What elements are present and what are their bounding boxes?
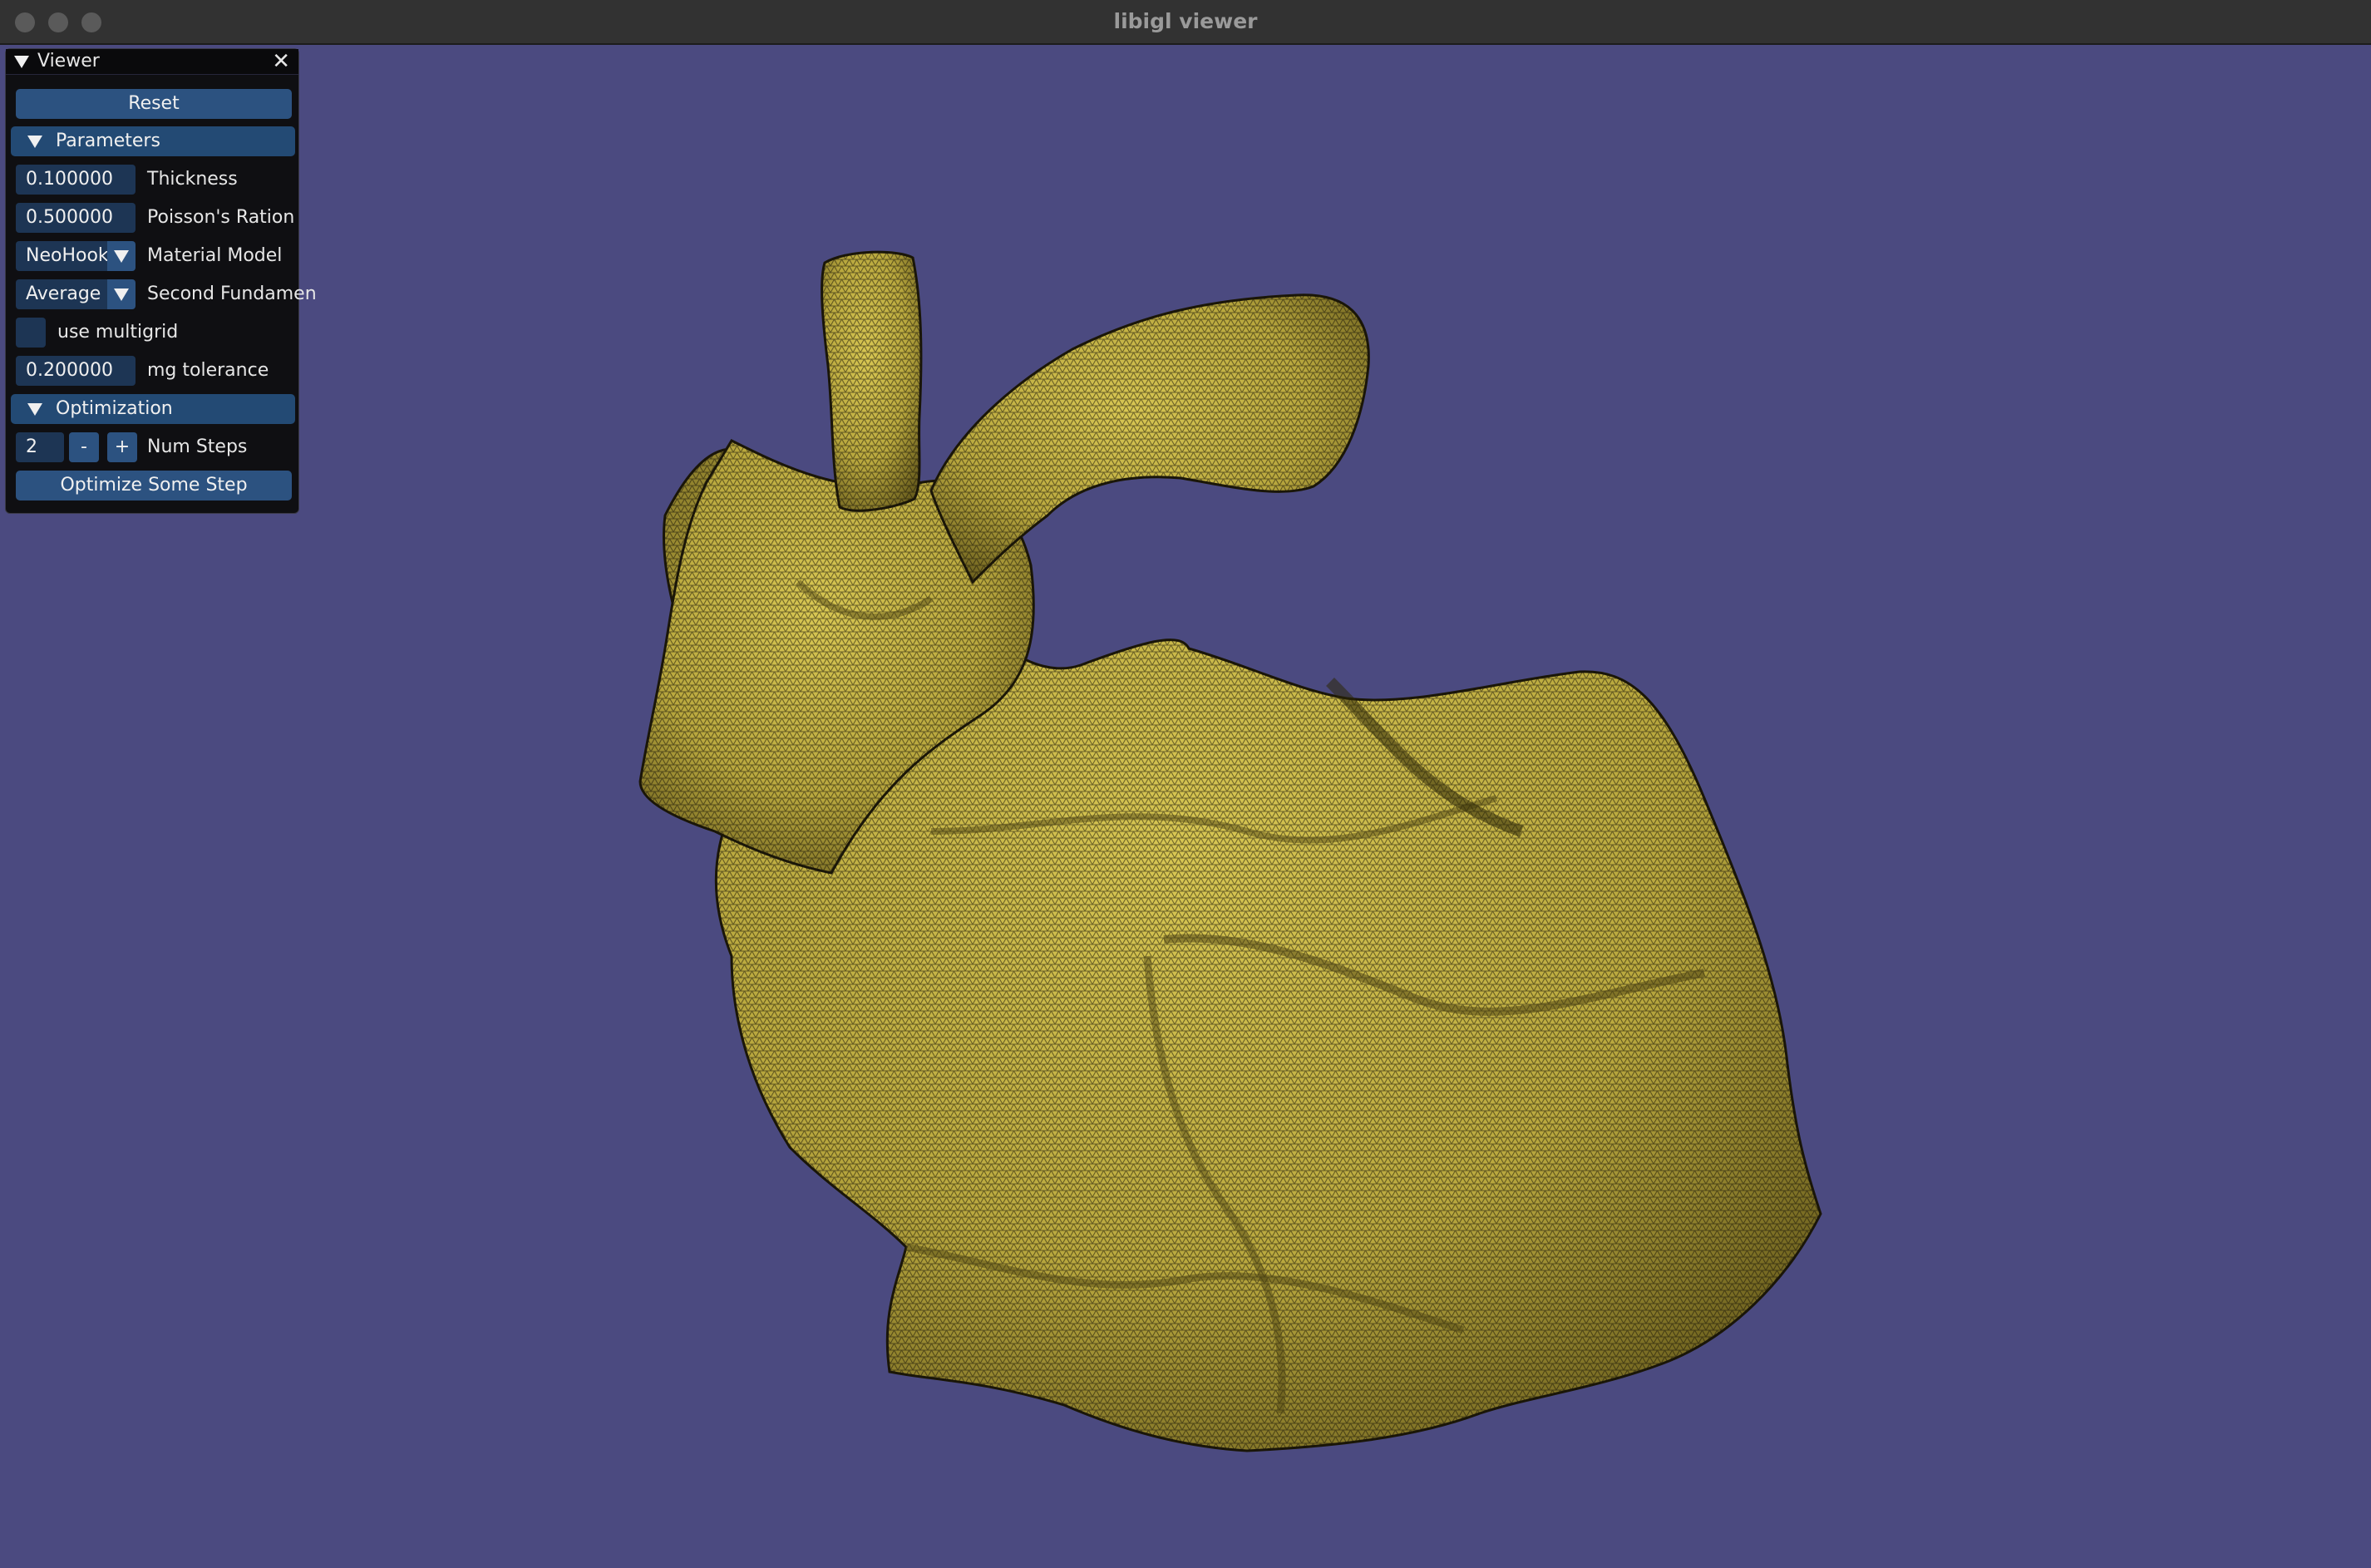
mg-tolerance-label: mg tolerance bbox=[147, 360, 269, 381]
second-fundamental-row: Average Second Fundamen bbox=[16, 279, 317, 309]
optimization-header-label: Optimization bbox=[56, 398, 173, 419]
expand-triangle-icon bbox=[27, 403, 42, 416]
poisson-label: Poisson's Ration bbox=[147, 207, 295, 228]
optimization-header[interactable]: Optimization bbox=[11, 394, 295, 424]
multigrid-row: use multigrid bbox=[16, 318, 300, 348]
use-multigrid-label: use multigrid bbox=[57, 322, 179, 343]
optimize-some-step-button[interactable]: Optimize Some Step bbox=[16, 471, 292, 500]
material-model-row: NeoHooke Material Model bbox=[16, 241, 300, 271]
panel-title: Viewer bbox=[37, 51, 100, 71]
thickness-input[interactable]: 0.100000 bbox=[16, 165, 136, 195]
poisson-input[interactable]: 0.500000 bbox=[16, 203, 136, 233]
thickness-label: Thickness bbox=[147, 169, 238, 190]
num-steps-row: 2 - + Num Steps bbox=[16, 432, 300, 462]
bunny-mesh bbox=[638, 250, 1822, 1452]
poisson-row: 0.500000 Poisson's Ration bbox=[16, 203, 300, 233]
num-steps-decrement-button[interactable]: - bbox=[69, 432, 99, 462]
3d-viewport[interactable] bbox=[0, 45, 2371, 1568]
expand-triangle-icon bbox=[27, 136, 42, 148]
mg-tolerance-row: 0.200000 mg tolerance bbox=[16, 356, 300, 386]
panel-title-bar[interactable]: Viewer ✕ bbox=[6, 49, 298, 75]
second-fundamental-select[interactable]: Average bbox=[16, 279, 111, 309]
num-steps-input[interactable]: 2 bbox=[16, 432, 64, 462]
window-title-bar: libigl viewer bbox=[0, 0, 2371, 45]
chevron-down-icon bbox=[114, 288, 129, 301]
second-fundamental-label: Second Fundamen bbox=[147, 284, 317, 304]
parameters-header[interactable]: Parameters bbox=[11, 126, 295, 156]
window-title: libigl viewer bbox=[1113, 9, 1258, 33]
chevron-down-icon bbox=[114, 250, 129, 263]
reset-button[interactable]: Reset bbox=[16, 89, 292, 119]
use-multigrid-checkbox[interactable] bbox=[16, 318, 46, 348]
collapse-triangle-icon[interactable] bbox=[14, 56, 29, 68]
num-steps-increment-button[interactable]: + bbox=[107, 432, 137, 462]
mg-tolerance-input[interactable]: 0.200000 bbox=[16, 356, 136, 386]
material-model-label: Material Model bbox=[147, 245, 283, 266]
viewer-panel: Viewer ✕ Reset Parameters 0.100000 Thick… bbox=[5, 48, 317, 514]
close-icon[interactable]: ✕ bbox=[272, 50, 290, 73]
mesh-render[interactable] bbox=[0, 45, 2371, 1568]
material-model-select[interactable]: NeoHooke bbox=[16, 241, 111, 271]
material-model-dropdown-button[interactable] bbox=[107, 241, 136, 271]
second-fundamental-dropdown-button[interactable] bbox=[107, 279, 136, 309]
num-steps-label: Num Steps bbox=[147, 436, 248, 457]
thickness-row: 0.100000 Thickness bbox=[16, 165, 300, 195]
parameters-header-label: Parameters bbox=[56, 131, 160, 151]
